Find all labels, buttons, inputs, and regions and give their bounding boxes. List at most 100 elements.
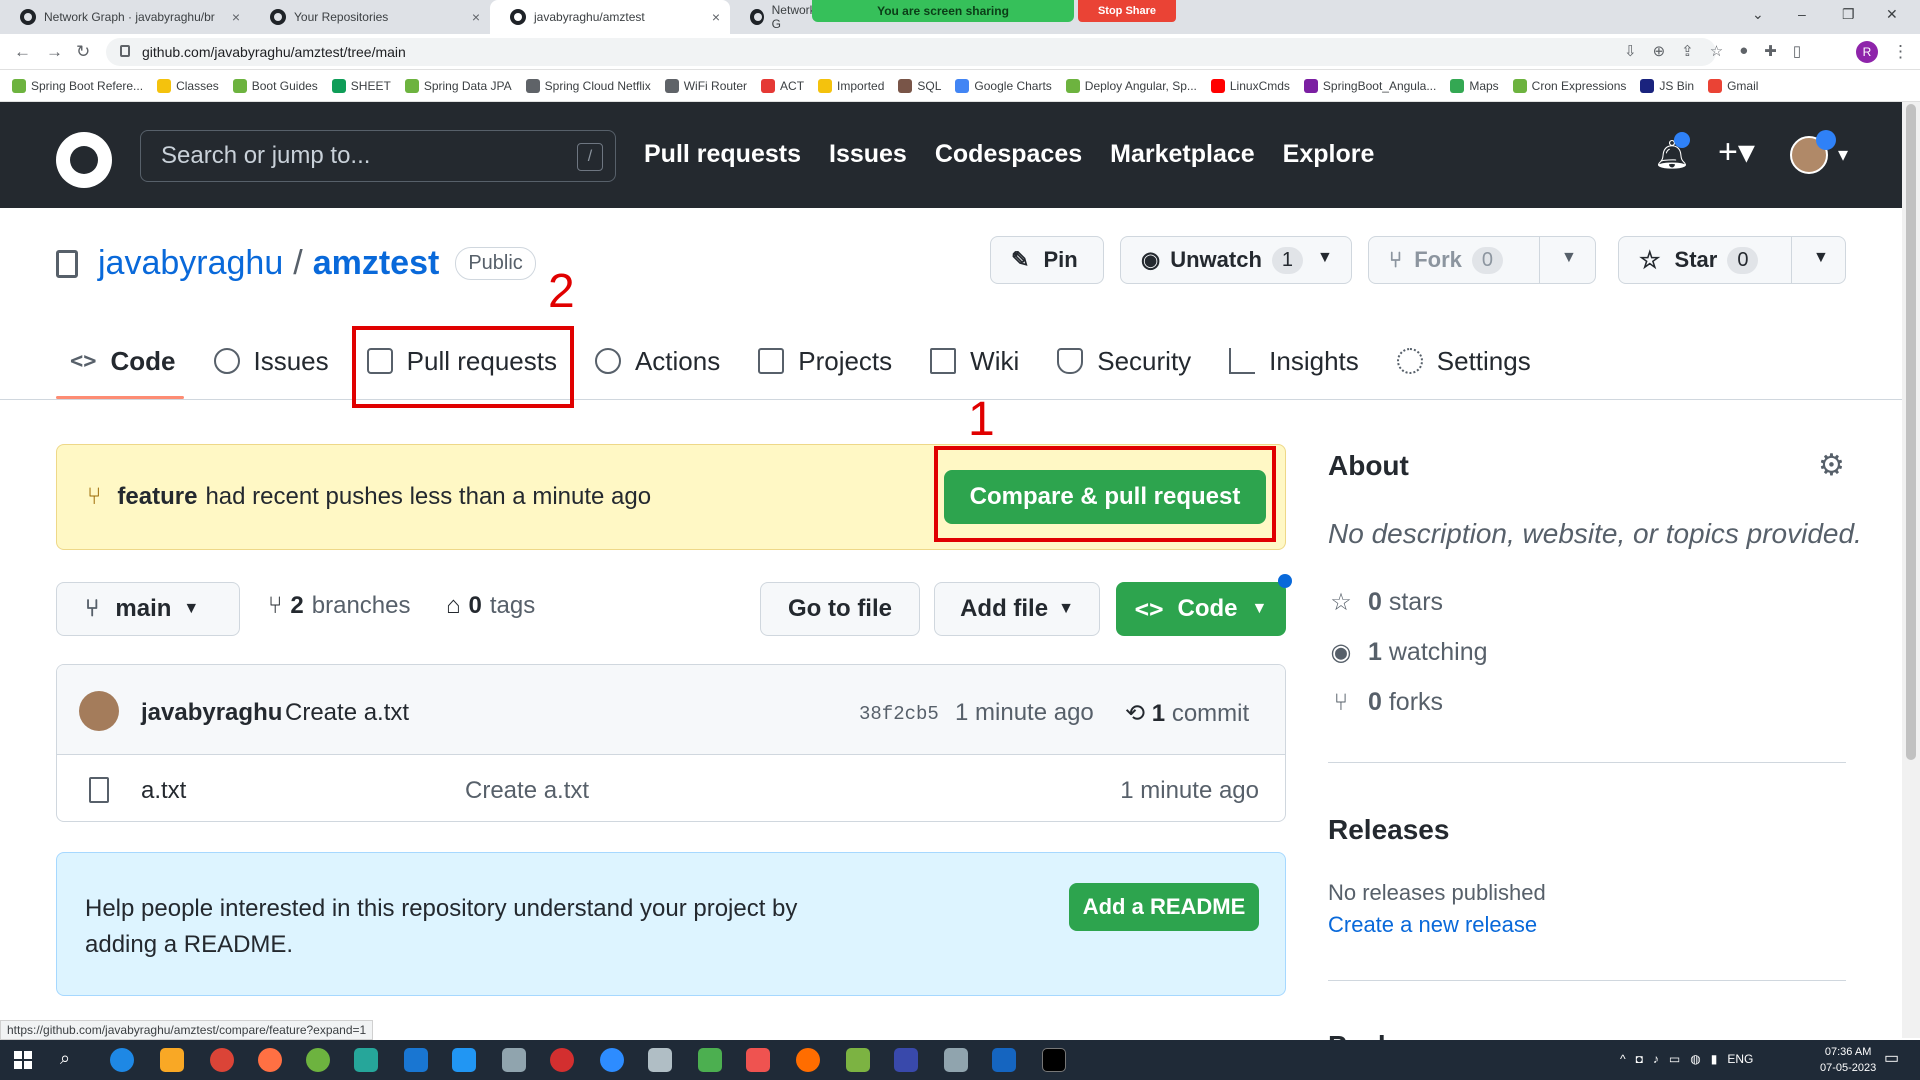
github-logo-icon[interactable] xyxy=(56,132,112,188)
sidepanel-icon[interactable]: ▯ xyxy=(1793,42,1801,60)
app-icon[interactable] xyxy=(354,1048,378,1072)
windows-start-icon[interactable] xyxy=(14,1051,32,1069)
tab-insights[interactable]: Insights xyxy=(1229,336,1359,386)
app-icon[interactable] xyxy=(502,1048,526,1072)
app-icon[interactable] xyxy=(944,1048,968,1072)
fork-button[interactable]: ⑂ Fork 0 ▼ xyxy=(1368,236,1596,284)
table-row[interactable]: a.txt Create a.txt 1 minute ago xyxy=(57,755,1285,821)
browser-tab-active[interactable]: javabyraghu/amztest × xyxy=(490,0,730,34)
reload-icon[interactable]: ↻ xyxy=(76,42,90,62)
bookmark-item[interactable]: Google Charts xyxy=(955,78,1052,93)
tags-link[interactable]: ⌂ 0 tags xyxy=(446,592,535,620)
tab-issues[interactable]: Issues xyxy=(213,336,329,386)
notifications-icon[interactable]: ▭ xyxy=(1884,1048,1908,1072)
browser-tab[interactable]: Network Graph · javabyraghu/br × xyxy=(0,0,250,34)
plus-icon[interactable]: +▾ xyxy=(1718,132,1755,172)
gear-icon[interactable]: ⚙ xyxy=(1818,448,1845,483)
firefox-icon[interactable] xyxy=(258,1048,282,1072)
add-file-button[interactable]: Add file ▼ xyxy=(934,582,1100,636)
releases-heading[interactable]: Releases xyxy=(1328,814,1449,846)
back-icon[interactable]: ← xyxy=(14,42,31,62)
bookmark-star-icon[interactable]: ☆ xyxy=(1710,42,1723,60)
bookmark-item[interactable]: SHEET xyxy=(331,78,391,93)
app-icon[interactable] xyxy=(452,1048,476,1072)
search-icon[interactable]: ⌕ xyxy=(60,1048,84,1072)
box-icon[interactable] xyxy=(648,1048,672,1072)
menu-icon[interactable]: ⋮ xyxy=(1892,42,1909,62)
language-indicator[interactable]: ENG xyxy=(1727,1052,1753,1066)
page-scrollbar[interactable] xyxy=(1902,102,1920,1038)
star-button[interactable]: ☆ Star 0 ▼ xyxy=(1618,236,1846,284)
pin-button[interactable]: ✎ Pin xyxy=(990,236,1104,284)
zoom-icon[interactable]: ⊕ xyxy=(1653,42,1666,60)
bookmark-item[interactable]: Boot Guides xyxy=(232,78,318,93)
commit-history-link[interactable]: ⟲ 1 commit xyxy=(1125,699,1249,728)
file-commit-message[interactable]: Create a.txt xyxy=(465,777,589,805)
close-icon[interactable]: × xyxy=(232,9,240,25)
add-readme-button[interactable]: Add a README xyxy=(1069,883,1259,931)
restore-icon[interactable]: ❐ xyxy=(1842,6,1855,23)
browser-tab[interactable]: Network G xyxy=(730,0,820,34)
nav-issues[interactable]: Issues xyxy=(829,140,907,169)
forward-icon[interactable]: → xyxy=(46,42,63,62)
chevron-up-icon[interactable]: ^ xyxy=(1620,1052,1626,1066)
bookmark-item[interactable]: Cron Expressions xyxy=(1512,78,1626,93)
bookmark-item[interactable]: Spring Data JPA xyxy=(404,78,512,93)
bookmark-item[interactable]: JS Bin xyxy=(1640,78,1694,93)
install-icon[interactable]: ⇩ xyxy=(1624,42,1637,60)
bookmark-item[interactable]: Spring Boot Refere... xyxy=(12,78,143,93)
vscode-icon[interactable] xyxy=(404,1048,428,1072)
close-icon[interactable]: × xyxy=(712,9,720,25)
create-release-link[interactable]: Create a new release xyxy=(1328,912,1537,938)
word-icon[interactable] xyxy=(992,1048,1016,1072)
unwatch-button[interactable]: ◉ Unwatch 1 ▼ xyxy=(1120,236,1352,284)
battery-icon[interactable]: ▮ xyxy=(1711,1052,1718,1066)
extension-icon[interactable]: ● xyxy=(1739,42,1748,60)
puzzle-icon[interactable]: ✚ xyxy=(1764,42,1777,60)
terminal-icon[interactable] xyxy=(1042,1048,1066,1072)
tab-security[interactable]: Security xyxy=(1057,336,1191,386)
scrollbar-thumb[interactable] xyxy=(1906,104,1916,760)
branches-link[interactable]: ⑂ 2 branches xyxy=(268,592,411,620)
bookmark-item[interactable]: SpringBoot_Angula... xyxy=(1303,78,1436,93)
browser-tab[interactable]: Your Repositories × xyxy=(250,0,490,34)
chevron-down-icon[interactable]: ▼ xyxy=(1813,249,1829,267)
bookmark-item[interactable]: Classes xyxy=(157,78,219,93)
chrome-icon[interactable] xyxy=(210,1048,234,1072)
opera-icon[interactable] xyxy=(550,1048,574,1072)
tab-actions[interactable]: Actions xyxy=(594,336,720,386)
packages-heading[interactable]: Packages xyxy=(1328,1030,1457,1040)
minimize-icon[interactable]: – xyxy=(1798,6,1806,22)
app-icon[interactable] xyxy=(846,1048,870,1072)
chevron-down-icon[interactable]: ▼ xyxy=(1561,249,1577,267)
spring-tool-icon[interactable] xyxy=(306,1048,330,1072)
network-icon[interactable]: ▭ xyxy=(1669,1052,1680,1066)
go-to-file-button[interactable]: Go to file xyxy=(760,582,920,636)
edge-icon[interactable] xyxy=(110,1048,134,1072)
notepad-icon[interactable] xyxy=(698,1048,722,1072)
bookmark-item[interactable]: Maps xyxy=(1450,78,1499,93)
bookmark-item[interactable]: SQL xyxy=(898,78,941,93)
bookmark-item[interactable]: ACT xyxy=(761,78,804,93)
stop-share-button[interactable]: Stop Share xyxy=(1078,0,1176,22)
intellij-icon[interactable] xyxy=(894,1048,918,1072)
commit-author[interactable]: javabyraghu xyxy=(141,699,282,727)
chevron-down-icon[interactable]: ▾ xyxy=(1838,142,1848,167)
nav-explore[interactable]: Explore xyxy=(1283,140,1375,169)
clock[interactable]: 07:36 AM 07-05-2023 xyxy=(1820,1044,1876,1076)
bookmark-item[interactable]: LinuxCmds xyxy=(1210,78,1290,93)
nav-codespaces[interactable]: Codespaces xyxy=(935,140,1082,169)
tab-projects[interactable]: Projects xyxy=(758,336,892,386)
file-explorer-icon[interactable] xyxy=(160,1048,184,1072)
commit-message[interactable]: Create a.txt xyxy=(285,699,409,727)
close-window-icon[interactable]: ✕ xyxy=(1886,6,1898,23)
tab-code[interactable]: <> Code xyxy=(70,336,176,386)
repo-owner-link[interactable]: javabyraghu xyxy=(98,244,283,283)
bookmark-item[interactable]: Spring Cloud Netflix xyxy=(525,78,651,93)
commit-sha[interactable]: 38f2cb5 xyxy=(859,703,939,725)
nav-pull-requests[interactable]: Pull requests xyxy=(644,140,801,169)
stars-link[interactable]: ☆ 0 stars xyxy=(1328,588,1443,617)
zoom-icon[interactable] xyxy=(600,1048,624,1072)
code-dropdown-button[interactable]: <> Code ▼ xyxy=(1116,582,1286,636)
search-input[interactable]: Search or jump to... / xyxy=(140,130,616,182)
